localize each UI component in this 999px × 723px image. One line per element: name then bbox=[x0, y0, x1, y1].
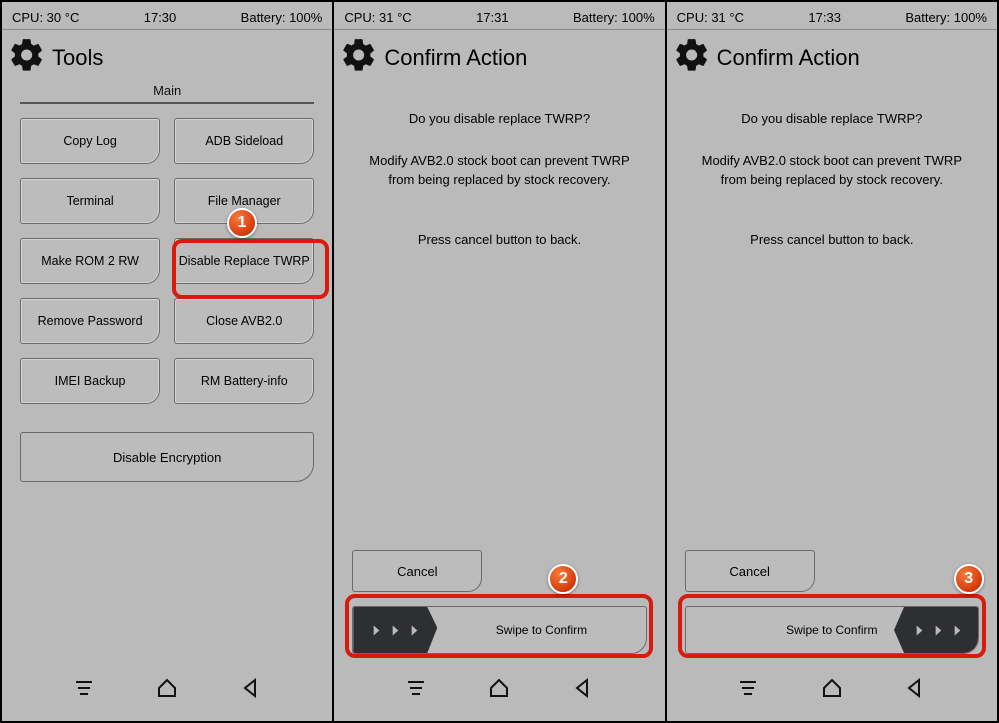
swipe-bar[interactable]: Swipe to Confirm bbox=[685, 606, 979, 654]
menu-icon[interactable] bbox=[736, 676, 760, 705]
status-battery: Battery: 100% bbox=[905, 10, 987, 25]
confirm-body-2: Press cancel button to back. bbox=[691, 230, 973, 250]
home-icon[interactable] bbox=[820, 676, 844, 705]
home-icon[interactable] bbox=[487, 676, 511, 705]
confirm-text: Do you disable replace TWRP? Modify AVB2… bbox=[667, 81, 997, 255]
status-battery: Battery: 100% bbox=[573, 10, 655, 25]
imei-backup-button[interactable]: IMEI Backup bbox=[20, 358, 160, 404]
status-bar: CPU: 30 °C 17:30 Battery: 100% bbox=[2, 2, 332, 30]
copy-log-button[interactable]: Copy Log bbox=[20, 118, 160, 164]
header: Tools bbox=[2, 30, 332, 81]
panel-confirm-1: CPU: 31 °C 17:31 Battery: 100% Confirm A… bbox=[334, 2, 666, 721]
back-icon[interactable] bbox=[239, 676, 263, 705]
confirm-text: Do you disable replace TWRP? Modify AVB2… bbox=[334, 81, 664, 255]
status-time: 17:33 bbox=[808, 10, 841, 25]
swipe-handle[interactable] bbox=[894, 607, 978, 653]
home-icon[interactable] bbox=[155, 676, 179, 705]
swipe-handle[interactable] bbox=[353, 607, 437, 653]
cancel-button[interactable]: Cancel bbox=[352, 550, 482, 592]
disable-replace-twrp-button[interactable]: Disable Replace TWRP bbox=[174, 238, 314, 284]
disable-encryption-button[interactable]: Disable Encryption bbox=[20, 432, 314, 482]
status-bar: CPU: 31 °C 17:33 Battery: 100% bbox=[667, 2, 997, 30]
nav-bar bbox=[2, 662, 332, 721]
cancel-button[interactable]: Cancel bbox=[685, 550, 815, 592]
status-cpu: CPU: 31 °C bbox=[344, 10, 411, 25]
confirm-body-2: Press cancel button to back. bbox=[358, 230, 640, 250]
status-bar: CPU: 31 °C 17:31 Battery: 100% bbox=[334, 2, 664, 30]
header-title: Confirm Action bbox=[384, 45, 527, 71]
marker-1: 1 bbox=[227, 208, 257, 238]
header: Confirm Action bbox=[334, 30, 664, 81]
marker-2: 2 bbox=[548, 564, 578, 594]
nav-bar bbox=[334, 662, 664, 721]
menu-icon[interactable] bbox=[72, 676, 96, 705]
gear-icon bbox=[340, 36, 378, 79]
header-title: Confirm Action bbox=[717, 45, 860, 71]
swipe-label: Swipe to Confirm bbox=[437, 623, 645, 637]
subheader: Main bbox=[20, 81, 314, 104]
status-cpu: CPU: 30 °C bbox=[12, 10, 79, 25]
status-time: 17:30 bbox=[144, 10, 177, 25]
header: Confirm Action bbox=[667, 30, 997, 81]
status-cpu: CPU: 31 °C bbox=[677, 10, 744, 25]
make-rom-rw-button[interactable]: Make ROM 2 RW bbox=[20, 238, 160, 284]
close-avb-button[interactable]: Close AVB2.0 bbox=[174, 298, 314, 344]
back-icon[interactable] bbox=[571, 676, 595, 705]
adb-sideload-button[interactable]: ADB Sideload bbox=[174, 118, 314, 164]
confirm-body-1: Modify AVB2.0 stock boot can prevent TWR… bbox=[691, 151, 973, 190]
remove-password-button[interactable]: Remove Password bbox=[20, 298, 160, 344]
terminal-button[interactable]: Terminal bbox=[20, 178, 160, 224]
swipe-bar[interactable]: Swipe to Confirm bbox=[352, 606, 646, 654]
back-icon[interactable] bbox=[903, 676, 927, 705]
gear-icon bbox=[8, 36, 46, 79]
header-title: Tools bbox=[52, 45, 103, 71]
panel-confirm-2: CPU: 31 °C 17:33 Battery: 100% Confirm A… bbox=[667, 2, 997, 721]
confirm-question: Do you disable replace TWRP? bbox=[358, 109, 640, 129]
gear-icon bbox=[673, 36, 711, 79]
confirm-question: Do you disable replace TWRP? bbox=[691, 109, 973, 129]
nav-bar bbox=[667, 662, 997, 721]
status-time: 17:31 bbox=[476, 10, 509, 25]
panel-tools: CPU: 30 °C 17:30 Battery: 100% Tools Mai… bbox=[2, 2, 334, 721]
status-battery: Battery: 100% bbox=[241, 10, 323, 25]
rm-battery-info-button[interactable]: RM Battery-info bbox=[174, 358, 314, 404]
marker-3: 3 bbox=[954, 564, 984, 594]
confirm-body-1: Modify AVB2.0 stock boot can prevent TWR… bbox=[358, 151, 640, 190]
tool-grid: Copy Log ADB Sideload Terminal File Mana… bbox=[2, 114, 332, 408]
menu-icon[interactable] bbox=[404, 676, 428, 705]
